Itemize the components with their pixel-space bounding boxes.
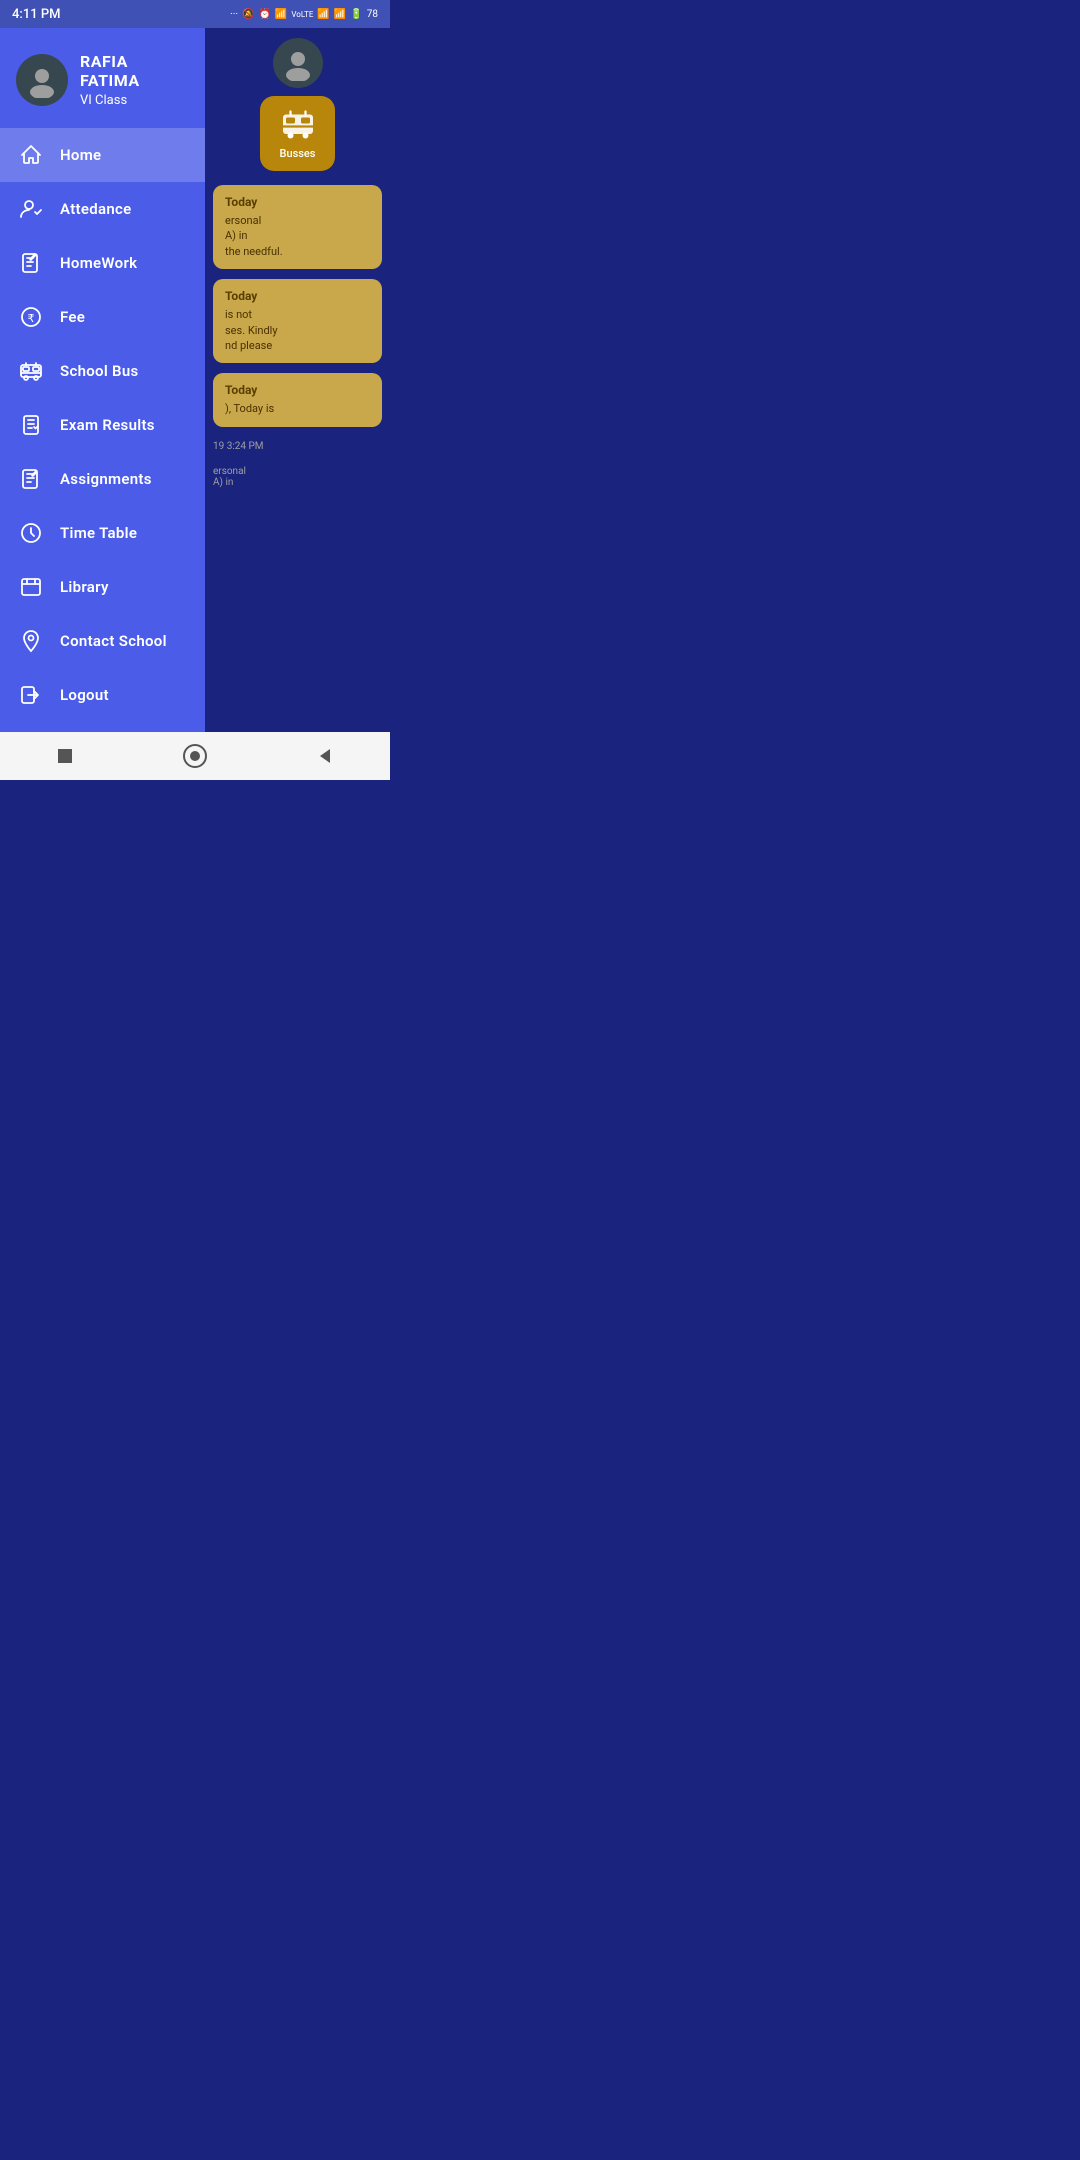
android-square-button[interactable] [47, 738, 83, 774]
fee-label: Fee [60, 308, 85, 326]
alarm-icon: ⏰ [258, 9, 270, 20]
profile-name: RAFIA FATIMA [80, 52, 189, 90]
right-content: Busses Today ersonalA) inthe needful. To… [205, 28, 390, 732]
homework-icon [18, 250, 44, 276]
schoolbus-icon [18, 358, 44, 384]
sidebar-item-assignments[interactable]: Assignments [0, 452, 205, 506]
main-layout: RAFIA FATIMA VI Class Home Attedance Hom… [0, 28, 390, 732]
android-home-button[interactable] [177, 738, 213, 774]
notice-date-2: Today [225, 289, 370, 303]
svg-text:₹: ₹ [28, 313, 35, 325]
android-back-button[interactable] [307, 738, 343, 774]
right-top: Busses [205, 28, 390, 181]
signal2-icon: 📶 [317, 9, 329, 20]
status-time: 4:11 PM [12, 7, 61, 22]
home-icon [18, 142, 44, 168]
notice-cards: Today ersonalA) inthe needful. Today is … [205, 181, 390, 492]
logout-icon [18, 682, 44, 708]
notice-card-1: Today ersonalA) inthe needful. [213, 185, 382, 269]
profile-section: RAFIA FATIMA VI Class [0, 28, 205, 128]
timetable-icon [18, 520, 44, 546]
fee-icon: ₹ [18, 304, 44, 330]
notice-card-3: Today ), Today is [213, 373, 382, 426]
status-icons: ··· 🔕 ⏰ 📶 VoLTE 📶 📶 🔋 78 [230, 9, 378, 20]
busses-label: Busses [280, 147, 316, 160]
assignments-label: Assignments [60, 470, 152, 488]
examresults-label: Exam Results [60, 416, 155, 434]
sidebar-item-logout[interactable]: Logout [0, 668, 205, 722]
wifi-icon: 📶 [334, 9, 346, 20]
profile-info: RAFIA FATIMA VI Class [80, 52, 189, 108]
sidebar-item-library[interactable]: Library [0, 560, 205, 614]
status-bar: 4:11 PM ··· 🔕 ⏰ 📶 VoLTE 📶 📶 🔋 78 [0, 0, 390, 28]
sidebar: RAFIA FATIMA VI Class Home Attedance Hom… [0, 28, 205, 732]
sidebar-item-timetable[interactable]: Time Table [0, 506, 205, 560]
sidebar-item-home[interactable]: Home [0, 128, 205, 182]
extra-text: ersonalA) in [213, 466, 382, 488]
logout-label: Logout [60, 686, 109, 704]
homework-label: HomeWork [60, 254, 137, 272]
sidebar-item-examresults[interactable]: Exam Results [0, 398, 205, 452]
signal-icon: 📶 [275, 9, 287, 20]
sidebar-item-schoolbus[interactable]: School Bus [0, 344, 205, 398]
library-label: Library [60, 578, 109, 596]
home-label: Home [60, 146, 101, 164]
bus-card[interactable]: Busses [260, 96, 335, 171]
notice-text-3: ), Today is [225, 401, 370, 416]
attendance-label: Attedance [60, 200, 132, 218]
contactschool-icon [18, 628, 44, 654]
volte-icon: VoLTE [291, 10, 313, 19]
bottom-bar [0, 732, 390, 780]
right-avatar [273, 38, 323, 88]
sidebar-item-homework[interactable]: HomeWork [0, 236, 205, 290]
contactschool-label: Contact School [60, 632, 167, 650]
timestamp: 19 3:24 PM [213, 437, 382, 456]
dots-icon: ··· [230, 9, 238, 20]
sidebar-item-contactschool[interactable]: Contact School [0, 614, 205, 668]
battery-icon: 🔋 [350, 9, 362, 20]
examresults-icon [18, 412, 44, 438]
timetable-label: Time Table [60, 524, 137, 542]
notice-date-3: Today [225, 383, 370, 397]
profile-class: VI Class [80, 93, 189, 108]
assignments-icon [18, 466, 44, 492]
battery-level: 78 [367, 9, 378, 20]
avatar [16, 54, 68, 106]
library-icon [18, 574, 44, 600]
notice-text-1: ersonalA) inthe needful. [225, 213, 370, 259]
schoolbus-label: School Bus [60, 362, 139, 380]
notice-card-2: Today is notses. Kindlynd please [213, 279, 382, 363]
mute-icon: 🔕 [242, 9, 254, 20]
notice-date-1: Today [225, 195, 370, 209]
sidebar-item-attendance[interactable]: Attedance [0, 182, 205, 236]
sidebar-item-fee[interactable]: ₹ Fee [0, 290, 205, 344]
attendance-icon [18, 196, 44, 222]
notice-text-2: is notses. Kindlynd please [225, 307, 370, 353]
